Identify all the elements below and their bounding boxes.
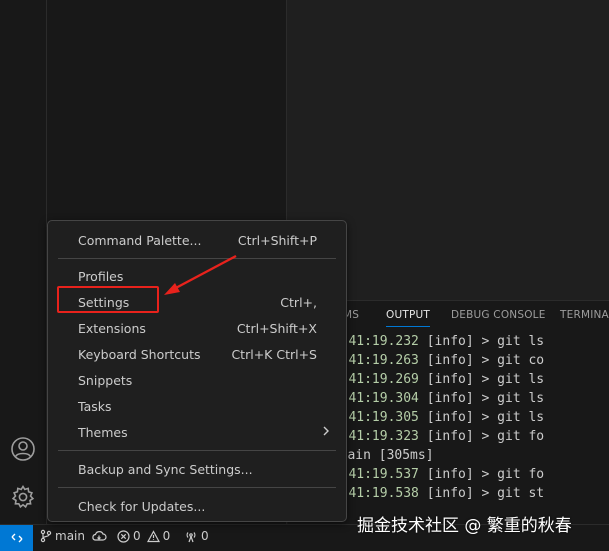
log-command: > git ls (481, 391, 545, 406)
chevron-right-icon (323, 426, 329, 436)
warning-icon (146, 529, 160, 542)
error-icon (117, 529, 130, 543)
menu-item-label: Backup and Sync Settings... (78, 461, 253, 477)
log-command: > git co (481, 353, 545, 368)
menu-item-label: Keyboard Shortcuts (78, 346, 201, 362)
menu-item-label: Extensions (78, 320, 146, 336)
problems-status[interactable]: 0 0 (117, 529, 170, 543)
watermark: 掘金技术社区 @ 繁重的秋春 (357, 516, 572, 536)
menu-item-shortcut: Ctrl+Shift+P (237, 232, 317, 248)
menu-item-shortcut: Ctrl+, (280, 294, 317, 310)
menu-item-label: Themes (78, 424, 128, 440)
log-level: [info] (426, 334, 474, 349)
log-level: [info] (426, 353, 474, 368)
menu-item-snippets[interactable]: Snippets (53, 368, 341, 392)
error-count: 0 (133, 529, 141, 543)
log-level: [info] (426, 391, 474, 406)
remote-icon (11, 533, 22, 543)
branch-status[interactable]: main (40, 529, 107, 543)
settings-highlight-box (57, 286, 159, 313)
menu-item-command-palette[interactable]: Command Palette... Ctrl+Shift+P (53, 228, 341, 252)
menu-item-backup-sync[interactable]: Backup and Sync Settings... (53, 457, 341, 481)
log-level: [info] (426, 372, 474, 387)
menu-item-shortcut: Ctrl+Shift+X (236, 320, 317, 336)
log-level: [info] (426, 429, 474, 444)
log-level: [info] (426, 410, 474, 425)
tab-output[interactable]: OUTPUT (386, 309, 430, 327)
remote-indicator[interactable] (0, 525, 33, 551)
tab-terminal[interactable]: TERMINAL (560, 309, 609, 321)
branch-name: main (55, 529, 85, 543)
gear-icon[interactable] (8, 482, 38, 512)
activity-bar (0, 0, 47, 524)
log-command: > git ls (481, 372, 545, 387)
menu-item-label: Tasks (78, 398, 112, 414)
log-level: [info] (426, 467, 474, 482)
log-command: > git fo (481, 467, 545, 482)
account-icon[interactable] (8, 434, 38, 464)
tab-debug-console[interactable]: DEBUG CONSOLE (451, 309, 546, 321)
warning-count: 0 (162, 529, 171, 543)
log-command: > git st (481, 486, 545, 501)
source-control-branch-icon (40, 529, 52, 543)
radio-tower-icon (186, 531, 196, 542)
menu-item-tasks[interactable]: Tasks (53, 394, 341, 418)
log-command: > git fo (481, 429, 545, 444)
log-command: > git ls (481, 410, 545, 425)
vscode-window: MS OUTPUT DEBUG CONSOLE TERMINAL 11-13 1… (0, 0, 609, 551)
log-command: > git ls (481, 334, 545, 349)
menu-item-label: Snippets (78, 372, 133, 388)
cloud-sync-icon (92, 531, 107, 541)
annotation-arrow (164, 254, 237, 295)
log-level: [info] (426, 486, 474, 501)
menu-item-extensions[interactable]: Extensions Ctrl+Shift+X (53, 316, 341, 340)
menu-separator (58, 450, 336, 451)
menu-item-shortcut: Ctrl+K Ctrl+S (231, 346, 317, 362)
menu-item-themes[interactable]: Themes (53, 420, 341, 444)
ports-count: 0 (201, 529, 209, 543)
ports-status[interactable]: 0 (184, 529, 209, 543)
menu-item-check-updates[interactable]: Check for Updates... (53, 494, 341, 518)
menu-separator (58, 487, 336, 488)
menu-item-keyboard-shortcuts[interactable]: Keyboard Shortcuts Ctrl+K Ctrl+S (53, 342, 341, 366)
menu-item-label: Profiles (78, 268, 124, 284)
menu-item-label: Command Palette... (78, 232, 202, 248)
menu-item-label: Check for Updates... (78, 498, 206, 514)
